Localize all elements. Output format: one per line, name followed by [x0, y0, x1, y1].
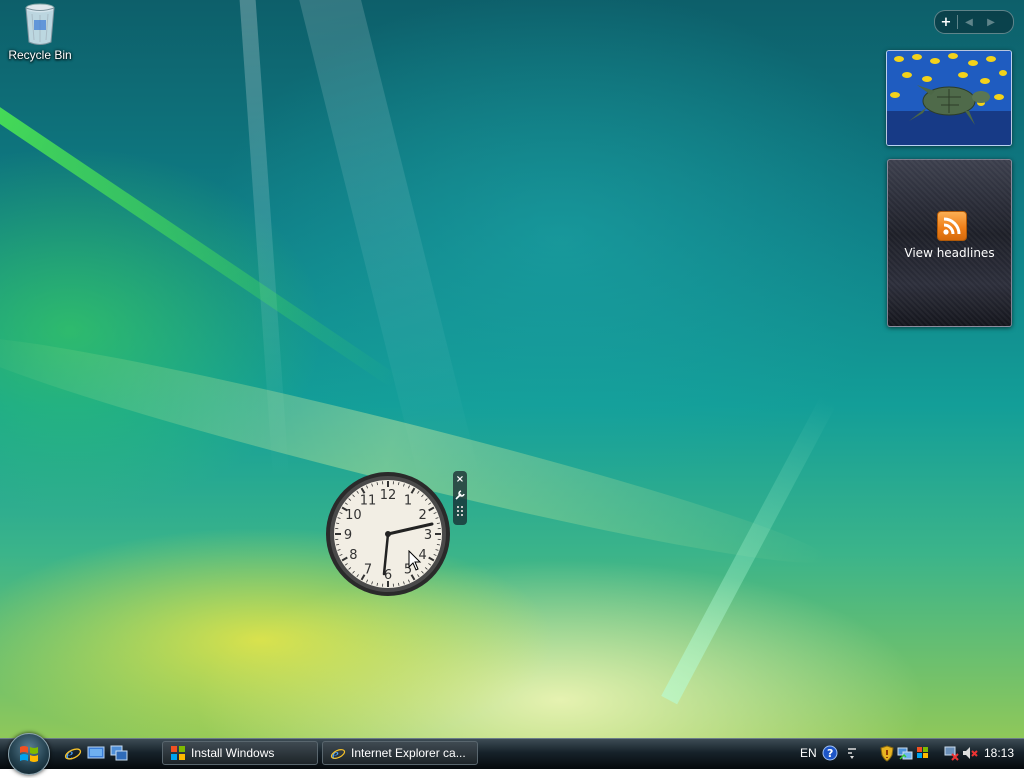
task-label: Install Windows	[191, 746, 274, 760]
show-desktop-icon[interactable]	[87, 744, 105, 762]
ie-icon[interactable]: e	[64, 744, 82, 762]
network-disconnected-icon[interactable]	[944, 744, 960, 762]
start-button[interactable]	[8, 733, 50, 775]
wallpaper-streak	[661, 396, 837, 705]
task-button-install-windows[interactable]: Install Windows	[162, 741, 318, 765]
taskbar	[0, 738, 1024, 769]
clock-number: 8	[349, 548, 357, 563]
windows-update-icon[interactable]	[915, 744, 931, 762]
recycle-bin-shortcut[interactable]: Recycle Bin	[4, 2, 76, 62]
clock-number: 12	[380, 488, 397, 503]
view-headlines-label[interactable]: View headlines	[888, 246, 1011, 260]
close-gadget-button[interactable]: ×	[454, 471, 466, 487]
clock-number: 1	[404, 493, 412, 508]
input-options-icon[interactable]	[846, 744, 858, 762]
clock-time[interactable]: 18:13	[984, 744, 1014, 762]
previous-page-button[interactable]: ◀	[958, 12, 980, 32]
wallpaper-streak	[0, 86, 399, 388]
network-icon[interactable]	[897, 744, 913, 762]
slideshow-gadget[interactable]	[886, 50, 1012, 146]
recycle-bin-icon	[24, 2, 56, 44]
next-page-button[interactable]: ▶	[980, 12, 1002, 32]
clock-number: 3	[424, 528, 432, 543]
switch-windows-icon[interactable]	[110, 744, 128, 762]
sidebar-controls: + ◀ ▶	[934, 10, 1014, 34]
help-icon[interactable]: ?	[822, 744, 838, 762]
clock-number: 9	[344, 528, 352, 543]
wallpaper-streak	[298, 0, 482, 500]
recycle-bin-label: Recycle Bin	[4, 48, 76, 62]
windows-flag-icon	[170, 745, 186, 761]
volume-muted-icon[interactable]	[962, 744, 978, 762]
clock-gadget-toolbar: ×	[453, 471, 467, 525]
language-indicator[interactable]: EN	[800, 744, 817, 762]
svg-text:?: ?	[827, 747, 833, 760]
windows-logo-icon	[9, 734, 49, 774]
clock-number: 7	[364, 563, 372, 578]
clock-gadget[interactable]: 121234567891011	[324, 470, 452, 598]
feed-headlines-gadget[interactable]: View headlines	[887, 159, 1012, 327]
clock-number: 2	[419, 508, 427, 523]
slideshow-photo	[887, 51, 1011, 145]
wrench-icon[interactable]	[454, 487, 466, 503]
task-label: Internet Explorer ca...	[351, 746, 466, 760]
mouse-pointer-icon	[408, 550, 422, 572]
clock-number: 11	[360, 493, 377, 508]
wallpaper-streak	[237, 0, 289, 480]
task-button-internet-explorer[interactable]: e Internet Explorer ca...	[322, 741, 478, 765]
grip-icon[interactable]	[454, 503, 466, 519]
ie-icon: e	[330, 745, 346, 761]
add-gadget-button[interactable]: +	[935, 12, 957, 32]
rss-icon	[937, 211, 967, 241]
clock-number: 10	[345, 508, 362, 523]
security-shield-icon[interactable]	[880, 744, 894, 762]
clock-face: 121234567891011	[324, 470, 452, 598]
desktop[interactable]: Recycle Bin + ◀ ▶	[0, 0, 1024, 738]
